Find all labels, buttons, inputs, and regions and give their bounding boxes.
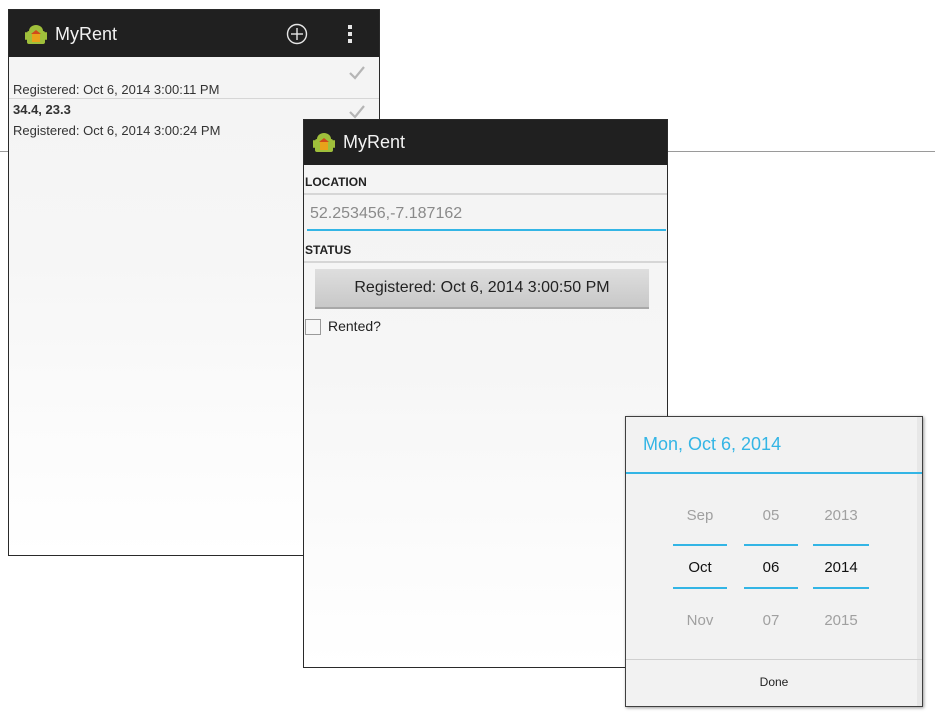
day-next[interactable]: 07 — [742, 612, 800, 629]
location-label: LOCATION — [305, 175, 367, 189]
year-current[interactable]: 2014 — [811, 559, 871, 576]
android-app-icon — [313, 133, 335, 152]
spinner-divider — [673, 544, 727, 546]
list-item[interactable]: Registered: Oct 6, 2014 3:00:11 PM — [9, 62, 379, 98]
date-picker-header: Mon, Oct 6, 2014 — [626, 417, 922, 474]
spinner-divider — [744, 587, 798, 589]
year-spinner[interactable]: 2013 2014 2015 — [811, 474, 871, 659]
month-current[interactable]: Oct — [671, 559, 729, 576]
action-bar: MyRent — [304, 120, 667, 165]
android-app-icon — [25, 25, 47, 44]
add-circle-icon[interactable] — [286, 23, 308, 45]
month-spinner[interactable]: Sep Oct Nov — [671, 474, 729, 659]
item-registered-date: Registered: Oct 6, 2014 3:00:24 PM — [13, 123, 221, 138]
app-title: MyRent — [55, 24, 118, 44]
date-button[interactable]: Registered: Oct 6, 2014 3:00:50 PM — [315, 269, 649, 309]
location-input[interactable] — [307, 199, 666, 229]
year-next[interactable]: 2015 — [811, 612, 871, 629]
date-picker-dialog: Mon, Oct 6, 2014 Sep Oct Nov 05 06 07 20… — [625, 416, 923, 707]
day-spinner[interactable]: 05 06 07 — [742, 474, 800, 659]
rent-detail-screen: MyRent LOCATION STATUS Registered: Oct 6… — [303, 119, 668, 668]
spinner-divider — [744, 544, 798, 546]
rented-label: Rented? — [328, 318, 381, 334]
spinner-divider — [673, 587, 727, 589]
checkmark-icon[interactable] — [349, 66, 365, 80]
section-divider — [304, 261, 667, 263]
day-prev[interactable]: 05 — [742, 507, 800, 524]
spinner-divider — [813, 587, 869, 589]
spinner-divider — [813, 544, 869, 546]
status-label: STATUS — [305, 243, 352, 257]
day-current[interactable]: 06 — [742, 559, 800, 576]
checkmark-icon[interactable] — [349, 105, 365, 119]
field-underline — [307, 229, 666, 231]
date-picker-title: Mon, Oct 6, 2014 — [643, 434, 782, 454]
action-bar: MyRent — [9, 10, 379, 57]
location-field[interactable] — [307, 199, 666, 231]
rented-checkbox[interactable] — [305, 319, 321, 335]
section-divider — [304, 193, 667, 195]
item-location: 34.4, 23.3 — [13, 102, 71, 117]
overflow-menu-icon[interactable] — [344, 22, 356, 46]
list-divider — [9, 98, 379, 99]
app-title: MyRent — [343, 132, 406, 152]
item-registered-date: Registered: Oct 6, 2014 3:00:11 PM — [13, 82, 220, 97]
done-button[interactable]: Done — [626, 660, 922, 706]
month-prev[interactable]: Sep — [671, 507, 729, 524]
month-next[interactable]: Nov — [671, 612, 729, 629]
year-prev[interactable]: 2013 — [811, 507, 871, 524]
